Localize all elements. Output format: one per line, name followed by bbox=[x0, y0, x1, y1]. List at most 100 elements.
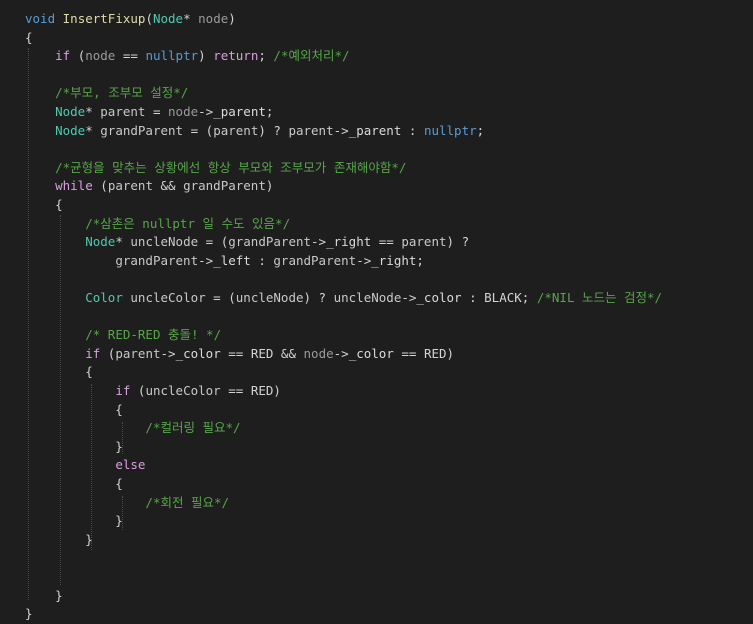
code-token: RED bbox=[250, 383, 274, 398]
code-token: _left bbox=[213, 252, 251, 268]
code-token: { bbox=[25, 197, 63, 212]
code-token: parent bbox=[401, 234, 447, 250]
code-line[interactable]: Node* uncleNode = (grandParent->_right =… bbox=[25, 233, 469, 252]
code-token: = bbox=[145, 104, 169, 119]
code-token: ; bbox=[258, 48, 274, 64]
code-token: if bbox=[115, 383, 131, 398]
code-line[interactable]: { bbox=[25, 363, 93, 382]
code-token: ) ? bbox=[258, 122, 289, 138]
code-token: uncleColor bbox=[145, 383, 221, 398]
code-token: * bbox=[115, 234, 131, 250]
code-token: parent bbox=[213, 122, 259, 138]
code-line[interactable]: } bbox=[25, 438, 123, 457]
code-token: == bbox=[220, 345, 251, 361]
code-token: -> bbox=[160, 345, 176, 361]
code-line[interactable]: } bbox=[25, 512, 123, 531]
code-line[interactable]: if (node == nullptr) return; /*예외처리*/ bbox=[25, 47, 349, 66]
code-token: grandParent bbox=[115, 252, 199, 268]
code-token: void bbox=[25, 11, 56, 26]
code-line[interactable]: /* RED-RED 충돌! */ bbox=[25, 326, 221, 345]
code-token: ; bbox=[521, 290, 537, 305]
code-token: /*삼촌은 nullptr 일 수도 있음*/ bbox=[85, 215, 291, 231]
code-token: -> bbox=[333, 122, 349, 138]
code-line[interactable]: } bbox=[25, 587, 63, 606]
code-line[interactable]: /*컬러링 필요*/ bbox=[25, 419, 241, 438]
code-token: node bbox=[303, 345, 334, 361]
code-token: /* RED-RED 충돌! */ bbox=[85, 327, 222, 343]
code-token: ) bbox=[446, 345, 455, 361]
code-line[interactable]: /*회전 필요*/ bbox=[25, 494, 229, 513]
code-line[interactable]: grandParent->_left : grandParent->_right… bbox=[25, 252, 424, 271]
code-editor[interactable]: void InsertFixup(Node* node){ if (node =… bbox=[0, 0, 753, 621]
code-token: node bbox=[168, 104, 199, 119]
code-token: uncleColor bbox=[130, 290, 206, 305]
code-line[interactable]: } bbox=[25, 605, 33, 624]
code-token: ( bbox=[100, 345, 116, 361]
code-line[interactable]: { bbox=[25, 196, 63, 215]
code-line[interactable]: Node* grandParent = (parent) ? parent->_… bbox=[25, 122, 484, 141]
code-token: _color bbox=[175, 345, 221, 361]
code-token: while bbox=[55, 178, 93, 194]
code-token: * bbox=[85, 122, 101, 138]
code-token: { bbox=[25, 476, 123, 491]
code-line[interactable]: Color uncleColor = (uncleNode) ? uncleNo… bbox=[25, 289, 662, 308]
code-token: parent bbox=[100, 104, 146, 119]
code-token: grandParent bbox=[273, 252, 357, 268]
code-line[interactable]: /*부모, 조부모 설정*/ bbox=[25, 84, 188, 103]
code-line[interactable]: if (parent->_color == RED && node->_colo… bbox=[25, 345, 454, 364]
code-token: == bbox=[115, 48, 146, 64]
code-line[interactable]: if (uncleColor == RED) bbox=[25, 382, 281, 401]
code-token: InsertFixup bbox=[62, 11, 146, 26]
code-token: RED bbox=[423, 345, 447, 361]
code-token: ; bbox=[476, 122, 485, 138]
code-token: { bbox=[25, 29, 33, 45]
code-token: ( bbox=[70, 48, 86, 64]
code-token: == bbox=[371, 234, 402, 250]
code-token: -> bbox=[198, 104, 214, 119]
code-line[interactable]: { bbox=[25, 401, 123, 420]
code-line[interactable]: /*균형을 맞추는 상황에선 항상 부모와 조부모가 존재해야함*/ bbox=[25, 159, 406, 178]
code-token: _parent bbox=[348, 122, 402, 138]
code-token: _color bbox=[416, 290, 462, 305]
code-token: ( bbox=[130, 383, 146, 398]
code-line[interactable]: { bbox=[25, 475, 123, 494]
code-token: { bbox=[25, 364, 93, 380]
code-token: nullptr bbox=[423, 122, 477, 138]
code-token: ( bbox=[145, 11, 153, 26]
code-token: = ( bbox=[198, 234, 229, 250]
code-token: else bbox=[115, 457, 146, 473]
code-token: /*컬러링 필요*/ bbox=[145, 420, 241, 436]
code-line[interactable]: } bbox=[25, 531, 93, 550]
code-token: } bbox=[25, 587, 63, 603]
code-line[interactable]: { bbox=[25, 29, 33, 48]
code-token: } bbox=[25, 606, 33, 622]
code-line[interactable]: /*삼촌은 nullptr 일 수도 있음*/ bbox=[25, 215, 290, 234]
code-token: /*균형을 맞추는 상황에선 항상 부모와 조부모가 존재해야함*/ bbox=[55, 159, 407, 175]
code-line[interactable]: else bbox=[25, 456, 145, 475]
code-token: nullptr bbox=[145, 48, 199, 64]
code-token: ) ? bbox=[446, 234, 470, 250]
code-line[interactable]: void InsertFixup(Node* node) bbox=[25, 10, 236, 29]
code-token: && bbox=[152, 178, 184, 194]
code-token: return bbox=[213, 48, 259, 64]
code-line[interactable]: while (parent && grandParent) bbox=[25, 177, 273, 196]
code-token: == bbox=[393, 345, 424, 361]
code-token: node bbox=[198, 11, 229, 26]
code-token: && bbox=[273, 345, 304, 361]
code-token: uncleNode bbox=[235, 290, 304, 305]
code-token: = ( bbox=[205, 290, 236, 305]
code-token: * bbox=[85, 104, 101, 119]
code-line[interactable]: Node* parent = node->_parent; bbox=[25, 103, 273, 122]
code-token: RED bbox=[250, 345, 274, 361]
code-token: _color bbox=[348, 345, 394, 361]
